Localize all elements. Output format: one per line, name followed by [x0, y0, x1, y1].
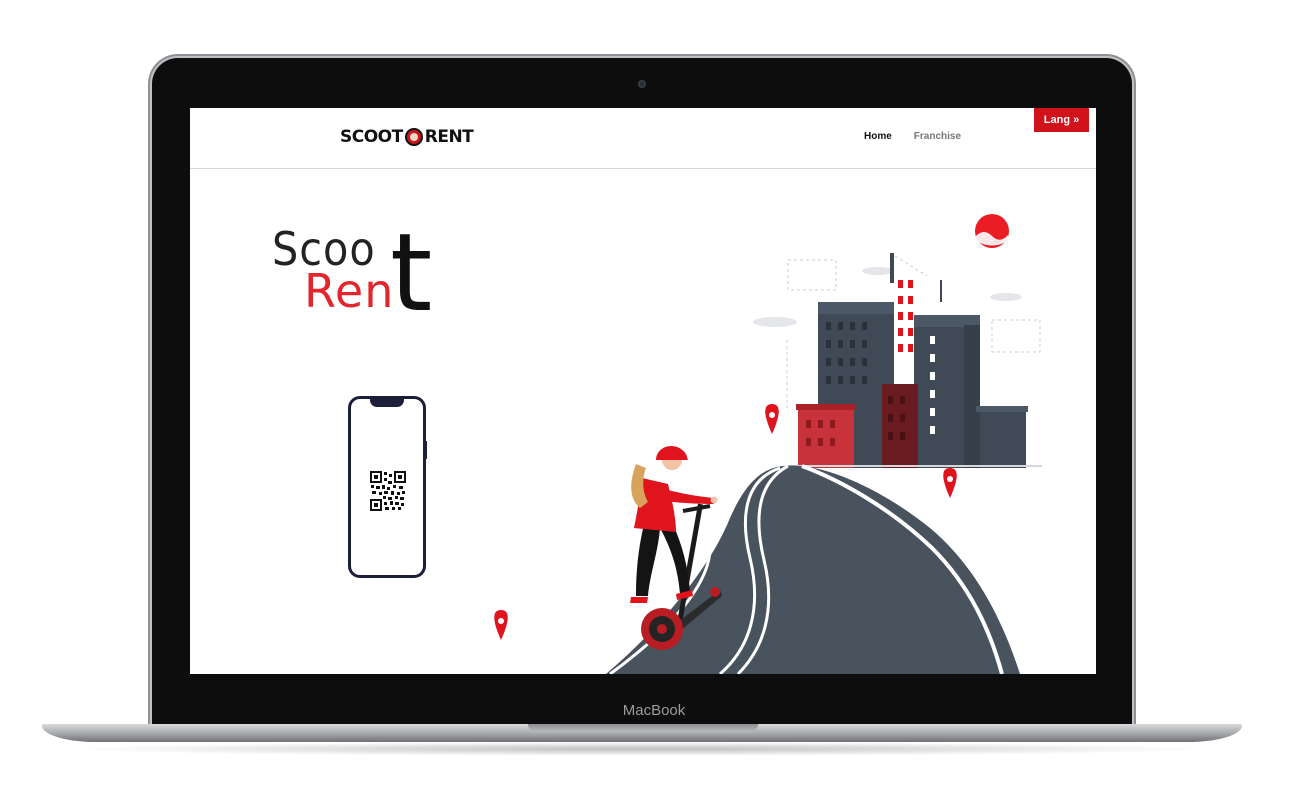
laptop-shadow	[60, 742, 1220, 756]
location-pin-icon	[943, 468, 957, 498]
webcam-icon	[638, 80, 646, 88]
location-pin-icon	[494, 610, 508, 640]
laptop-base-notch	[528, 724, 758, 732]
device-brand-label: MacBook	[622, 702, 686, 719]
location-pin-icon	[765, 404, 779, 434]
buildings	[790, 253, 1042, 468]
city-scooter-illustration	[494, 214, 1042, 674]
sun-icon	[975, 214, 1009, 248]
website-screen: SCOOT RENT Home Franchise Lang » Scoo Re…	[190, 108, 1096, 674]
